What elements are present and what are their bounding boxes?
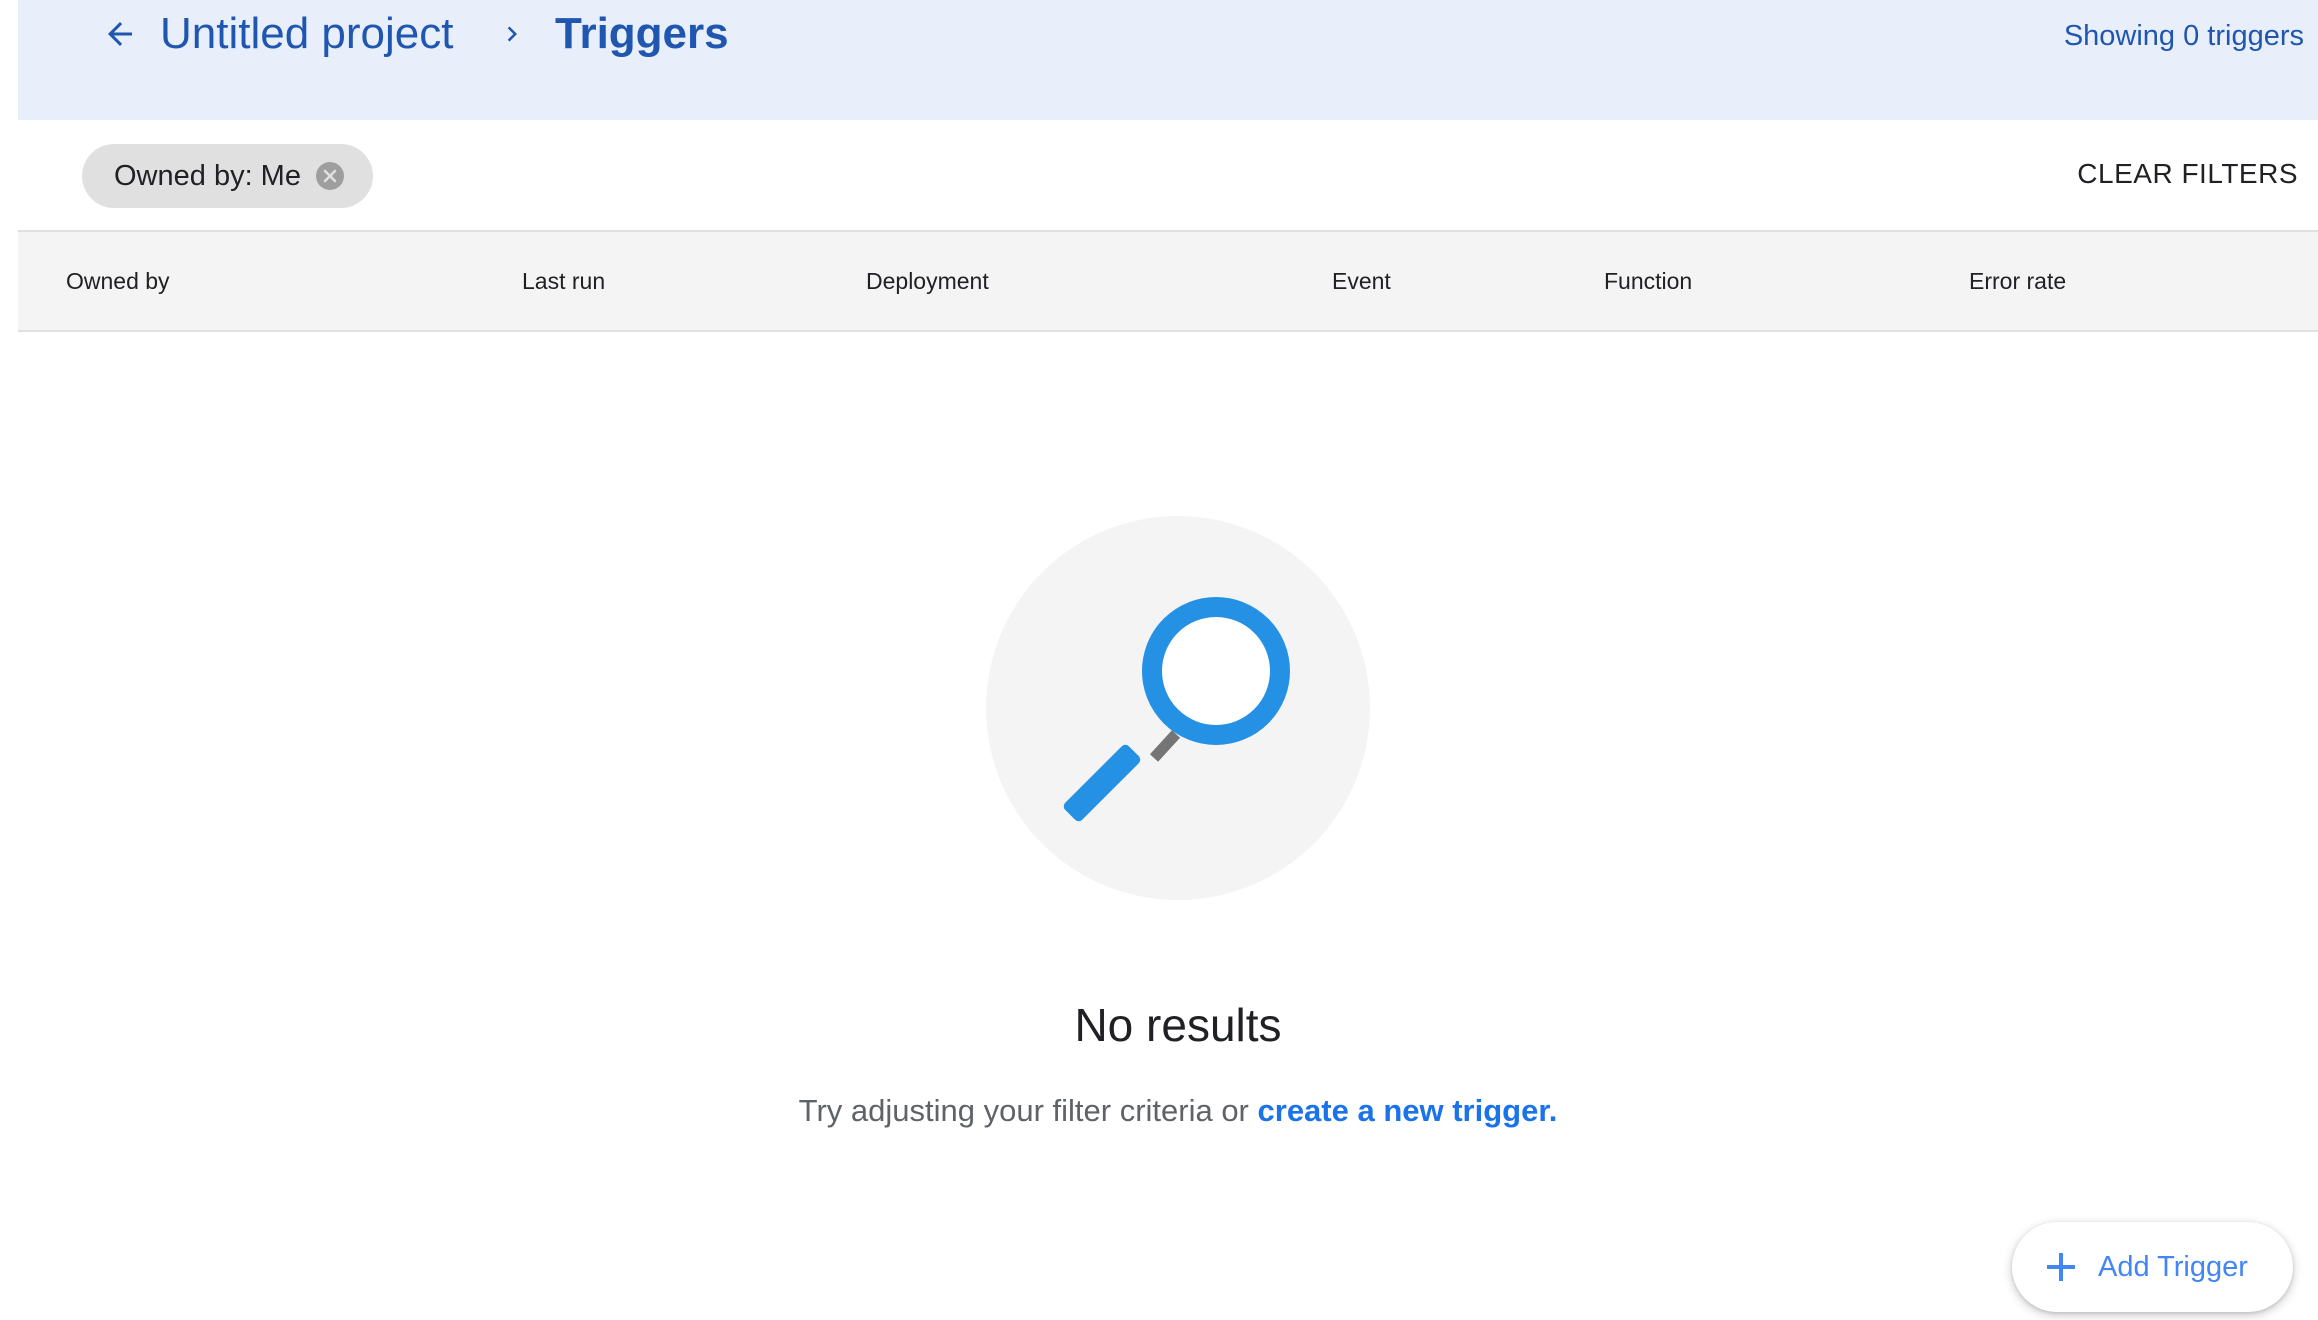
empty-state-message: Try adjusting your filter criteria or cr… <box>0 1090 2318 1132</box>
create-trigger-link[interactable]: create a new trigger. <box>1258 1093 1558 1128</box>
empty-state-illustration <box>986 516 1370 900</box>
trigger-count: Showing 0 triggers <box>2063 20 2304 52</box>
magnifying-glass-icon <box>1063 597 1290 822</box>
chevron-right-icon <box>496 16 528 52</box>
column-last-run[interactable]: Last run <box>522 232 605 330</box>
column-event[interactable]: Event <box>1332 232 1391 330</box>
cancel-circle-icon[interactable] <box>316 162 344 190</box>
arrow-left-icon <box>108 22 132 46</box>
clear-filters-button[interactable]: CLEAR FILTERS <box>2077 156 2298 192</box>
back-button[interactable] <box>96 10 144 58</box>
page-title: Triggers <box>555 9 729 58</box>
column-owned-by[interactable]: Owned by <box>66 232 170 330</box>
column-function[interactable]: Function <box>1604 232 1692 330</box>
breadcrumb-project[interactable]: Untitled project <box>160 6 453 62</box>
add-trigger-label: Add Trigger <box>2098 1250 2248 1283</box>
empty-state-title: No results <box>1074 999 1282 1051</box>
filter-chip-owned-by[interactable]: Owned by: Me <box>82 144 373 208</box>
empty-state-text: Try adjusting your filter criteria or <box>798 1093 1249 1128</box>
top-header: Untitled project Triggers Showing 0 trig… <box>18 0 2318 120</box>
table-header: Owned by Last run Deployment Event Funct… <box>18 230 2318 332</box>
column-deployment[interactable]: Deployment <box>866 232 989 330</box>
plus-icon <box>2044 1250 2078 1284</box>
filter-bar: Owned by: Me CLEAR FILTERS <box>18 120 2318 230</box>
column-error-rate[interactable]: Error rate <box>1969 232 2066 330</box>
filter-chip-label: Owned by: Me <box>114 159 301 192</box>
add-trigger-button[interactable]: Add Trigger <box>2012 1222 2293 1312</box>
